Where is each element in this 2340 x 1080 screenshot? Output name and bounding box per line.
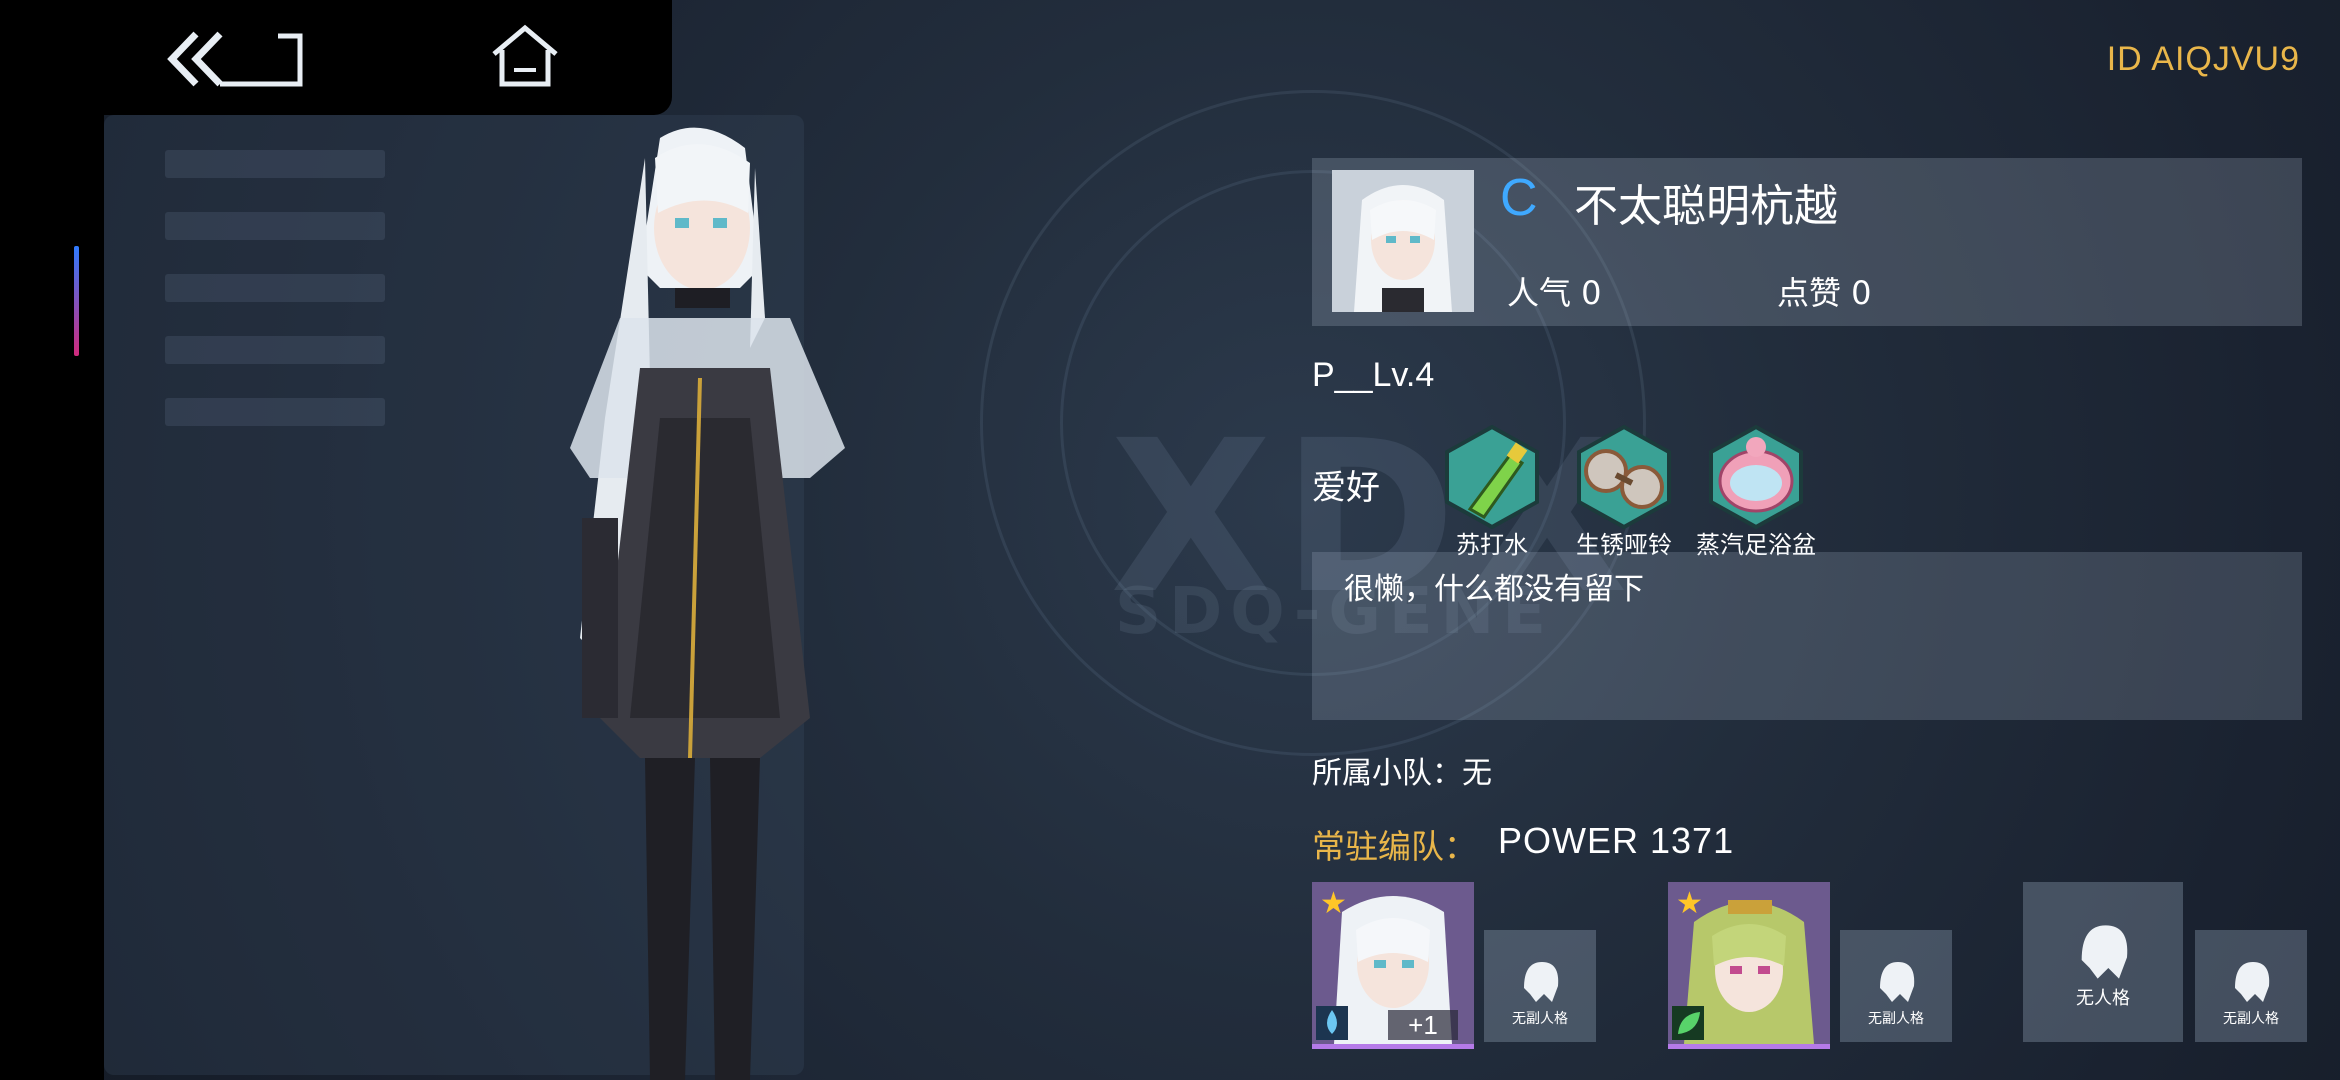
likes-count: 点赞 0 <box>1777 274 1872 312</box>
avatar-portrait <box>1332 170 1474 312</box>
left-strip <box>0 0 104 1080</box>
hobby-item[interactable]: 苏打水 <box>1432 425 1552 559</box>
leaf-icon <box>1672 1006 1704 1040</box>
hobby-item[interactable]: 生锈哑铃 <box>1564 425 1684 559</box>
back-button[interactable] <box>160 26 310 92</box>
star-icon: ★ <box>1320 886 1347 921</box>
empty-main-slot[interactable]: 无人格 <box>2023 882 2183 1042</box>
strip-accent <box>74 246 79 356</box>
water-drop-icon <box>1316 1006 1348 1040</box>
hobby-label: 爱好 <box>1312 468 1380 508</box>
player-level: P__Lv.4 <box>1312 356 1435 394</box>
rank-badge: C <box>1500 169 1538 227</box>
empty-main-label: 无人格 <box>2076 988 2130 1009</box>
home-icon <box>492 24 558 87</box>
empty-sub-slot[interactable]: 无副人格 <box>1484 930 1596 1042</box>
avatar[interactable] <box>1332 170 1474 312</box>
power-value: POWER 1371 <box>1498 820 1735 861</box>
bond-level: +1 <box>1388 1010 1458 1040</box>
squad-info: 所属小队：无 <box>1312 756 1492 791</box>
ghost-icon <box>2081 925 2128 979</box>
ghost-icon <box>2235 962 2270 1002</box>
empty-sub-slot[interactable]: 无副人格 <box>2195 930 2307 1042</box>
character-illustration <box>570 127 845 1080</box>
foot-bath-icon <box>1709 425 1803 529</box>
hobby-item[interactable]: 蒸汽足浴盆 <box>1696 425 1816 559</box>
background-decor <box>165 212 385 240</box>
soda-bottle-icon <box>1445 425 1539 529</box>
background-decor <box>165 150 385 178</box>
player-name: 不太聪明杭越 <box>1574 181 1838 232</box>
signature-box: 很懒，什么都没有留下 <box>1312 552 2302 720</box>
back-icon <box>167 31 303 87</box>
background-decor <box>165 336 385 364</box>
popularity-count: 人气 0 <box>1507 274 1602 312</box>
ghost-icon <box>1880 962 1915 1002</box>
profile-screen: XDX SDQ-GENE ID AIQJVU9 C 不太聪明杭越 人气 0 点赞… <box>0 0 2340 1080</box>
rusty-dumbbell-icon <box>1577 425 1671 529</box>
team-member-card[interactable]: ★ +1 <box>1312 882 1474 1049</box>
ghost-icon <box>1524 962 1559 1002</box>
team-member-card[interactable]: ★ <box>1668 882 1830 1049</box>
top-bar <box>0 0 672 115</box>
profile-card: C 不太聪明杭越 人气 0 点赞 0 <box>1312 158 2302 326</box>
background-decor <box>165 398 385 426</box>
signature-text: 很懒，什么都没有留下 <box>1344 572 1644 607</box>
star-icon: ★ <box>1676 886 1703 921</box>
home-button[interactable] <box>490 24 560 90</box>
formation-label: 常驻编队： <box>1312 827 1477 866</box>
empty-sub-slot[interactable]: 无副人格 <box>1840 930 1952 1042</box>
empty-slot-label: 无副人格 <box>1868 1011 1924 1027</box>
background-decor <box>165 274 385 302</box>
player-id: ID AIQJVU9 <box>2106 40 2300 78</box>
empty-slot-label: 无副人格 <box>1512 1011 1568 1027</box>
empty-slot-label: 无副人格 <box>2223 1011 2279 1027</box>
